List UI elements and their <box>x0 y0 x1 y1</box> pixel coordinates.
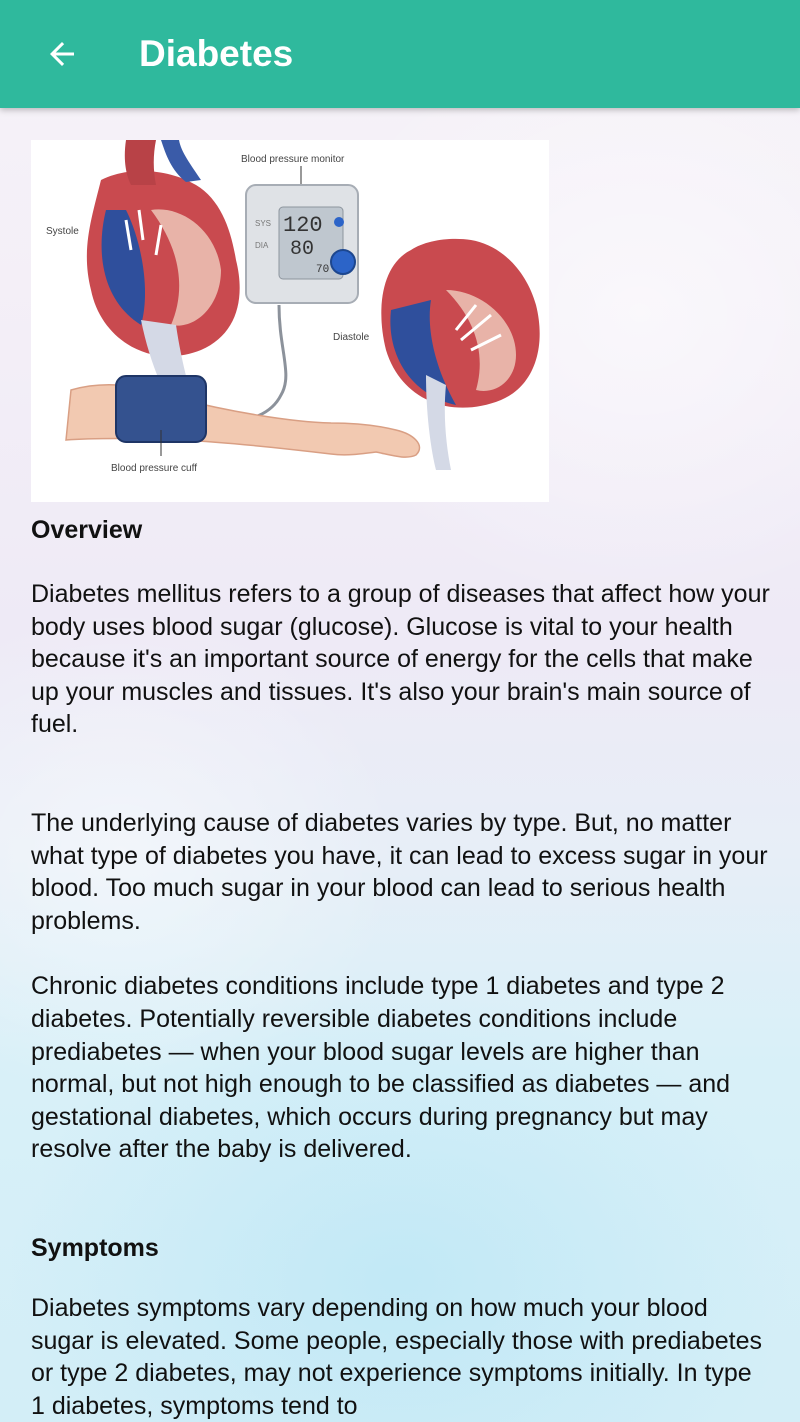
svg-text:DIA: DIA <box>255 241 269 250</box>
overview-paragraph: Diabetes mellitus refers to a group of d… <box>31 580 770 739</box>
app-bar: Diabetes <box>0 0 800 108</box>
svg-text:Blood pressure monitor: Blood pressure monitor <box>241 154 345 165</box>
page-title: Diabetes <box>139 33 294 74</box>
blood-pressure-illustration: Blood pressure monitor 120 80 70 SYS DIA… <box>31 140 549 502</box>
conditions-paragraph: Chronic diabetes conditions include type… <box>31 972 731 1164</box>
symptoms-paragraph: Diabetes symptoms vary depending on how … <box>31 1293 762 1420</box>
svg-text:80: 80 <box>290 238 314 261</box>
svg-text:120: 120 <box>283 213 323 238</box>
article-content: Blood pressure monitor 120 80 70 SYS DIA… <box>31 108 771 1422</box>
svg-text:SYS: SYS <box>255 219 271 228</box>
back-button[interactable] <box>30 22 94 86</box>
svg-text:Blood pressure cuff: Blood pressure cuff <box>111 463 197 474</box>
svg-text:Diastole: Diastole <box>333 332 370 343</box>
cause-paragraph: The underlying cause of diabetes varies … <box>31 808 768 935</box>
arrow-left-icon <box>50 42 74 66</box>
svg-text:Systole: Systole <box>46 226 79 237</box>
svg-text:70: 70 <box>316 264 329 276</box>
section-heading-overview: Overview <box>31 516 143 544</box>
section-heading-symptoms: Symptoms <box>31 1233 159 1262</box>
